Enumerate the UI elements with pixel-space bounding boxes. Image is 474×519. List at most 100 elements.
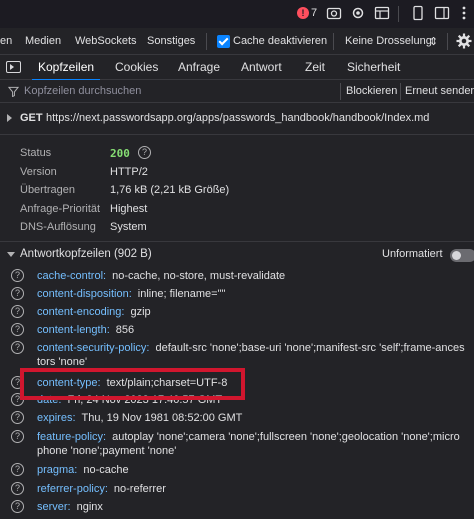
tab-timings[interactable]: Zeit <box>305 55 325 80</box>
tab-request[interactable]: Anfrage <box>178 55 220 80</box>
tab-headers[interactable]: Kopfzeilen <box>31 55 101 81</box>
network-type-filter-bar: en Medien WebSockets Sonstiges Cache dea… <box>0 28 474 55</box>
screenshot-icon[interactable] <box>326 5 342 21</box>
header-value: gzip <box>130 306 151 318</box>
header-name: feature-policy: <box>37 431 107 443</box>
header-row: ? referrer-policy: no-referrer <box>0 482 474 500</box>
disable-cache-label[interactable]: Cache deaktivieren <box>233 35 327 47</box>
help-icon[interactable]: ? <box>11 430 24 443</box>
help-icon[interactable]: ? <box>11 463 24 476</box>
header-name: cache-control: <box>37 270 107 282</box>
raw-toggle-switch[interactable] <box>450 249 474 262</box>
help-icon[interactable]: ? <box>11 341 24 354</box>
disable-cache-checkbox[interactable] <box>217 35 230 48</box>
expand-arrow-icon[interactable] <box>7 114 12 122</box>
status-key: Status <box>20 147 52 159</box>
request-method: GET <box>20 112 43 124</box>
header-value: inline; filename="" <box>137 288 226 300</box>
headers-search-input[interactable]: Kopfzeilen durchsuchen <box>24 85 141 97</box>
header-row: ? server: nginx <box>0 500 474 518</box>
version-value: HTTP/2 <box>110 166 148 178</box>
toolbar-separator <box>206 33 207 50</box>
status-code: 200 <box>110 147 130 160</box>
transferred-key: Übertragen <box>20 184 76 196</box>
header-value-continued: tors 'none' <box>37 356 88 368</box>
filter-type-media[interactable]: Medien <box>25 35 61 47</box>
request-summary[interactable]: GET https://next.passwordsapp.org/apps/p… <box>0 110 474 128</box>
header-name: expires: <box>37 412 76 424</box>
header-row: ? pragma: no-cache <box>0 463 474 481</box>
error-count[interactable]: 7 <box>311 7 317 19</box>
header-row: ? content-encoding: gzip <box>0 305 474 323</box>
help-icon[interactable]: ? <box>11 305 24 318</box>
header-value: Thu, 19 Nov 1981 08:52:00 GMT <box>81 412 243 424</box>
status-help-icon[interactable]: ? <box>138 146 151 159</box>
header-name: content-encoding: <box>37 306 125 318</box>
toggle-request-list-icon[interactable] <box>6 61 21 73</box>
devtools-toolbar: ! 7 <box>0 0 474 28</box>
dock-side-icon[interactable] <box>434 5 450 21</box>
header-name: content-security-policy: <box>37 342 150 354</box>
dns-value: System <box>110 221 147 233</box>
divider <box>0 241 474 242</box>
tab-response[interactable]: Antwort <box>241 55 282 80</box>
header-value: nginx <box>76 501 103 513</box>
header-value: default-src 'none';base-uri 'none';manif… <box>155 342 465 354</box>
header-value: no-cache <box>83 464 129 476</box>
collapse-arrow-icon[interactable] <box>7 252 15 257</box>
header-value: autoplay 'none';camera 'none';fullscreen… <box>112 431 460 443</box>
priority-key: Anfrage-Priorität <box>20 203 101 215</box>
help-icon[interactable]: ? <box>11 287 24 300</box>
toolbar-separator <box>333 33 334 50</box>
header-value-continued: phone 'none';payment 'none' <box>37 445 177 457</box>
header-value: no-referrer <box>113 483 166 495</box>
header-name: referrer-policy: <box>37 483 108 495</box>
block-button[interactable]: Blockieren <box>346 85 397 97</box>
network-settings-gear-icon[interactable] <box>456 33 472 49</box>
header-name: content-disposition: <box>37 288 132 300</box>
header-name: server: <box>37 501 71 513</box>
filter-type-other[interactable]: Sonstiges <box>147 35 195 47</box>
layout-grid-icon[interactable] <box>374 5 390 21</box>
throttling-select[interactable]: Keine Drosselung <box>345 35 432 47</box>
toolbar-separator <box>447 33 448 50</box>
filter-funnel-icon <box>8 86 19 97</box>
header-row: ? content-disposition: inline; filename="… <box>0 287 474 305</box>
settings-gear-icon[interactable] <box>350 5 366 21</box>
help-icon[interactable]: ? <box>11 411 24 424</box>
filter-type-partial[interactable]: en <box>0 35 12 47</box>
toolbar-separator <box>400 83 401 100</box>
header-name: content-length: <box>37 324 110 336</box>
request-details-tabs: Kopfzeilen Cookies Anfrage Antwort Zeit … <box>0 55 474 81</box>
response-headers-section-header[interactable]: Antwortkopfzeilen (902 B) Unformatiert <box>0 246 474 264</box>
toolbar-separator <box>340 83 341 100</box>
header-row: ? content-security-policy: default-src 'n… <box>0 341 474 371</box>
help-icon[interactable]: ? <box>11 500 24 513</box>
raw-toggle-label[interactable]: Unformatiert <box>382 248 443 260</box>
resend-button[interactable]: Erneut sender <box>405 85 474 97</box>
tab-security[interactable]: Sicherheit <box>347 55 400 80</box>
divider <box>0 134 474 135</box>
responsive-mode-icon[interactable] <box>410 5 426 21</box>
transferred-value: 1,76 kB (2,21 kB Größe) <box>110 184 230 196</box>
header-row: ? cache-control: no-cache, no-store, must… <box>0 269 474 287</box>
more-options-icon[interactable] <box>456 5 472 21</box>
help-icon[interactable]: ? <box>11 482 24 495</box>
priority-value: Highest <box>110 203 148 215</box>
header-row: ? feature-policy: autoplay 'none';camera … <box>0 430 474 460</box>
toolbar-separator <box>398 6 399 22</box>
help-icon[interactable]: ? <box>11 269 24 282</box>
version-key: Version <box>20 166 57 178</box>
error-indicator-icon[interactable]: ! <box>297 7 309 19</box>
help-icon[interactable]: ? <box>11 323 24 336</box>
header-name: pragma: <box>37 464 78 476</box>
tab-cookies[interactable]: Cookies <box>115 55 158 80</box>
throttling-dropdown-icon[interactable]: ⇕ <box>429 35 438 48</box>
response-headers-title: Antwortkopfzeilen (902 B) <box>20 248 152 260</box>
header-value: 856 <box>115 324 135 336</box>
header-value: no-cache, no-store, must-revalidate <box>112 270 286 282</box>
filter-type-websockets[interactable]: WebSockets <box>75 35 137 47</box>
header-row: ? content-length: 856 <box>0 323 474 341</box>
headers-filter-bar: Kopfzeilen durchsuchen Blockieren Erneut… <box>0 80 474 103</box>
request-url: https://next.passwordsapp.org/apps/passw… <box>46 112 430 124</box>
